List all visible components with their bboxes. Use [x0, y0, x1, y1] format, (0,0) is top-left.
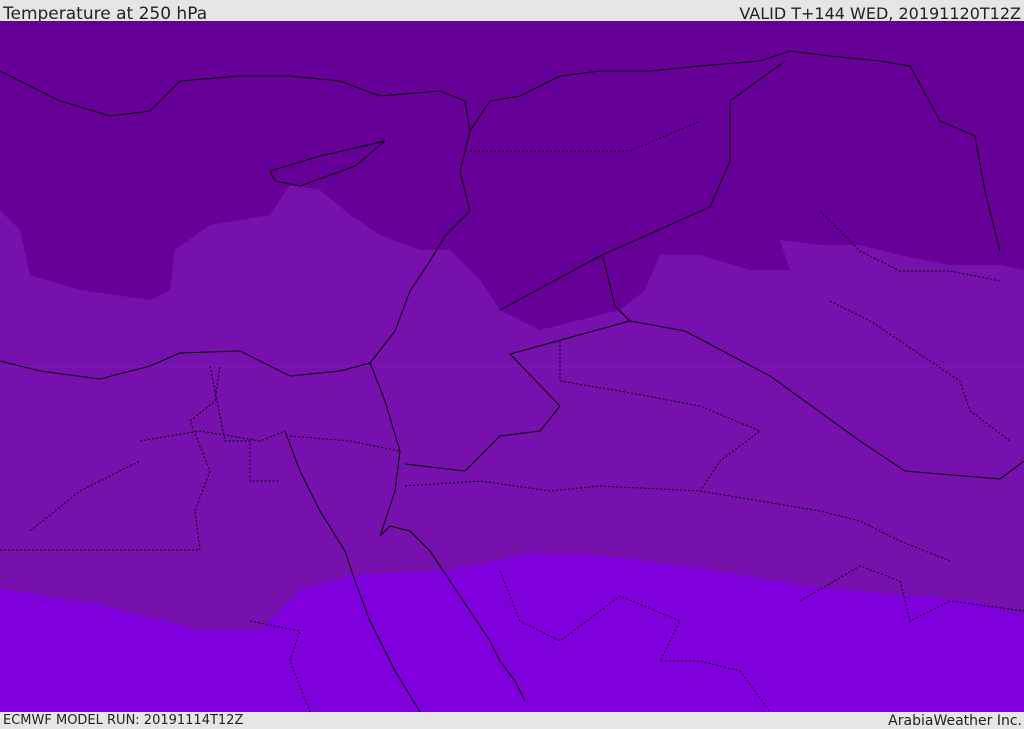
header-bar: Temperature at 250 hPa VALID T+144 WED, …	[0, 0, 1024, 24]
footer-bar: ECMWF MODEL RUN: 20191114T12Z ArabiaWeat…	[0, 712, 1024, 729]
temperature-map[interactable]	[0, 21, 1024, 712]
brand-credit: ArabiaWeather Inc.	[888, 713, 1022, 729]
model-run: ECMWF MODEL RUN: 20191114T12Z	[3, 713, 244, 728]
